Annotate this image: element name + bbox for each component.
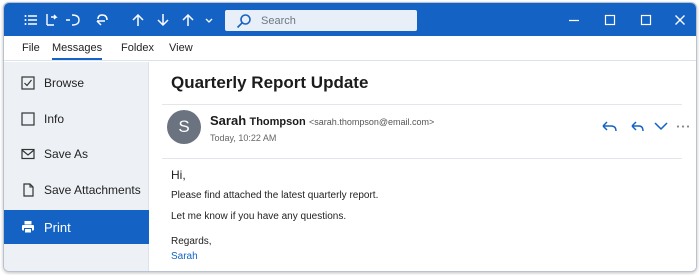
restore-icon[interactable]	[638, 12, 654, 28]
search-placeholder: Search	[261, 14, 296, 27]
reply-icon[interactable]	[600, 117, 618, 135]
redo-icon[interactable]	[95, 12, 111, 28]
chevron-down-icon[interactable]	[201, 12, 217, 28]
divider	[162, 104, 682, 105]
avatar[interactable]: S	[167, 110, 201, 144]
maximize-icon[interactable]	[602, 12, 618, 28]
body-signature: Sarah	[171, 251, 198, 262]
sidebar-item-label: Save As	[44, 147, 89, 161]
document-icon	[21, 183, 35, 197]
body-greeting: Hi,	[171, 168, 186, 182]
printer-icon	[21, 220, 35, 234]
sidebar-item-save-attachments[interactable]: Save Attachments	[4, 173, 149, 207]
search-box[interactable]: Search	[225, 10, 417, 31]
minimize-icon[interactable]	[566, 12, 582, 28]
message-subject: Quarterly Report Update	[171, 73, 369, 92]
envelope-icon	[21, 147, 35, 161]
sidebar-item-info[interactable]: Info	[4, 102, 149, 136]
sender-last-name[interactable]: Thompson	[249, 116, 305, 128]
sender-email: <sarah.thompson@email.com>	[309, 117, 435, 127]
sidebar-item-label: Print	[44, 219, 71, 235]
sender-first-name[interactable]: Sarah	[210, 113, 246, 128]
sidebar-item-save-as[interactable]: Save As	[4, 137, 149, 171]
sidebar-item-label: Info	[44, 112, 65, 126]
search-icon	[236, 13, 251, 28]
reply-all-icon[interactable]	[628, 117, 646, 135]
sidebar-item-browse[interactable]: Browse	[4, 66, 149, 100]
body-line: Please find attached the latest quarterl…	[171, 190, 379, 201]
list-icon[interactable]	[23, 12, 39, 28]
up-arrow-icon[interactable]	[130, 12, 146, 28]
checkbox-icon	[21, 76, 35, 90]
menu-view[interactable]: View	[169, 42, 193, 54]
undo-all-icon[interactable]	[44, 12, 60, 28]
menu-messages[interactable]: Messages	[52, 42, 103, 60]
menu-foldex[interactable]: Foldex	[121, 42, 154, 54]
more-icon[interactable]	[674, 117, 692, 135]
message-date: Today, 10:22 AM	[210, 133, 277, 143]
message-pane: Quarterly Report Update S Sarah Thompson…	[150, 62, 696, 271]
sidebar-item-print[interactable]: Print	[4, 210, 149, 244]
divider	[162, 158, 682, 159]
body-line: Let me know if you have any questions.	[171, 211, 347, 222]
up-arrow-icon[interactable]	[180, 12, 196, 28]
chevron-down-icon[interactable]	[652, 117, 670, 135]
sidebar-item-label: Save Attachments	[44, 183, 141, 197]
down-arrow-icon[interactable]	[155, 12, 171, 28]
sender-line: Sarah Thompson <sarah.thompson@email.com…	[210, 113, 434, 128]
menu-bar: File Messages Foldex View	[4, 36, 696, 61]
title-bar: Search	[4, 3, 696, 36]
close-icon[interactable]	[672, 12, 688, 28]
menu-file[interactable]: File	[22, 42, 40, 54]
mail-window: Search File Messages Foldex View Browse	[3, 2, 697, 272]
sidebar: Browse Info Save As Save Attachments Pri…	[4, 62, 149, 271]
body-closing: Regards,	[171, 236, 212, 247]
sidebar-item-label: Browse	[44, 76, 85, 90]
undo-icon[interactable]	[65, 12, 81, 28]
square-icon	[21, 112, 35, 126]
